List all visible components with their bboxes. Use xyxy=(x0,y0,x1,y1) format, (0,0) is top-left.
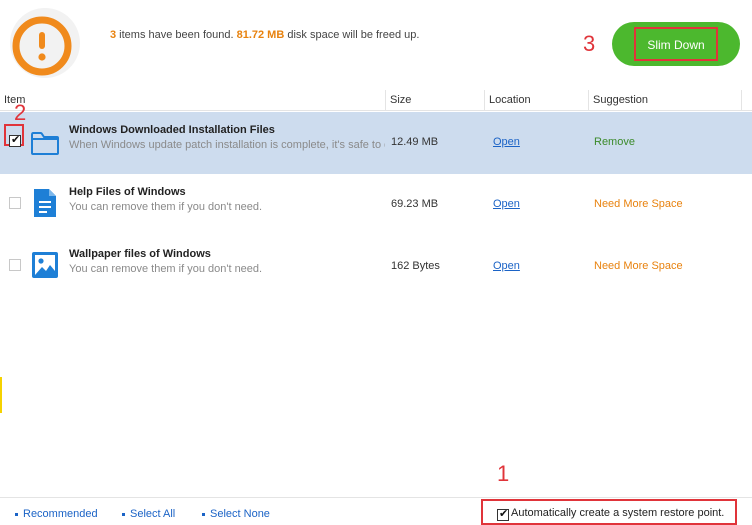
restore-point-label: Automatically create a system restore po… xyxy=(511,507,725,519)
row-description: You can remove them if you don't need. xyxy=(69,263,263,275)
checkmark-icon: ✔ xyxy=(11,134,21,146)
open-location-link[interactable]: Open xyxy=(493,260,520,272)
slim-down-window: 3 items have been found. 81.72 MB disk s… xyxy=(0,0,752,525)
checkmark-icon: ✔ xyxy=(499,508,509,520)
annotation-marker-3: 3 xyxy=(583,31,596,56)
row-suggestion: Need More Space xyxy=(594,260,683,272)
recommended-link[interactable]: Recommended xyxy=(15,508,98,520)
slim-down-label: Slim Down xyxy=(634,27,718,61)
row-size: 69.23 MB xyxy=(391,198,439,210)
footer: Recommended Select All Select None ✔ Aut… xyxy=(0,497,752,525)
restore-point-option[interactable]: ✔ Automatically create a system restore … xyxy=(481,499,737,525)
row-checkbox[interactable]: ✔ xyxy=(9,134,21,147)
scan-summary: 3 items have been found. 81.72 MB disk s… xyxy=(110,29,419,41)
select-all-link[interactable]: Select All xyxy=(122,508,175,520)
freed-space: 81.72 MB xyxy=(236,29,285,41)
column-size[interactable]: Size xyxy=(385,90,484,111)
folder-icon xyxy=(30,126,60,158)
row-checkbox[interactable] xyxy=(9,197,21,209)
row-suggestion: Remove xyxy=(594,136,635,148)
slim-down-button[interactable]: Slim Down xyxy=(612,22,740,66)
restore-point-checkbox[interactable]: ✔ xyxy=(497,508,509,521)
column-suggestion[interactable]: Suggestion xyxy=(588,90,742,111)
column-item[interactable]: Item xyxy=(0,90,385,111)
bullet-icon xyxy=(202,512,205,516)
annotation-marker-2: 2 xyxy=(14,100,27,125)
row-title: Wallpaper files of Windows xyxy=(69,248,211,260)
exclamation-circle-icon xyxy=(6,6,84,80)
select-none-link[interactable]: Select None xyxy=(202,508,270,520)
row-checkbox[interactable] xyxy=(9,259,21,271)
row-size: 162 Bytes xyxy=(391,260,440,272)
table-row[interactable]: Help Files of Windows You can remove the… xyxy=(0,174,752,236)
bullet-icon xyxy=(15,512,18,516)
table-header: Item Size Location Suggestion xyxy=(0,90,752,111)
row-title: Help Files of Windows xyxy=(69,186,186,198)
summary-text-space: disk space will be freed up. xyxy=(284,29,420,41)
recommended-label: Recommended xyxy=(23,508,98,520)
row-suggestion: Need More Space xyxy=(594,198,683,210)
left-edge-accent xyxy=(0,377,2,413)
select-none-label: Select None xyxy=(210,508,270,520)
row-size: 12.49 MB xyxy=(391,136,439,148)
table-row[interactable]: Wallpaper files of Windows You can remov… xyxy=(0,236,752,298)
row-description: You can remove them if you don't need. xyxy=(69,201,263,213)
open-location-link[interactable]: Open xyxy=(493,136,520,148)
column-location[interactable]: Location xyxy=(484,90,588,111)
header: 3 items have been found. 81.72 MB disk s… xyxy=(0,0,752,88)
select-all-label: Select All xyxy=(130,508,176,520)
table-row[interactable]: 2 ✔ Windows Downloaded Installation File… xyxy=(0,102,752,174)
row-description: When Windows update patch installation i… xyxy=(69,139,385,151)
document-icon xyxy=(30,187,60,219)
annotation-marker-1: 1 xyxy=(497,461,510,486)
row-title: Windows Downloaded Installation Files xyxy=(69,124,275,136)
bullet-icon xyxy=(122,512,125,516)
image-icon xyxy=(30,249,60,281)
summary-text-items: items have been found. xyxy=(116,29,237,41)
open-location-link[interactable]: Open xyxy=(493,198,520,210)
